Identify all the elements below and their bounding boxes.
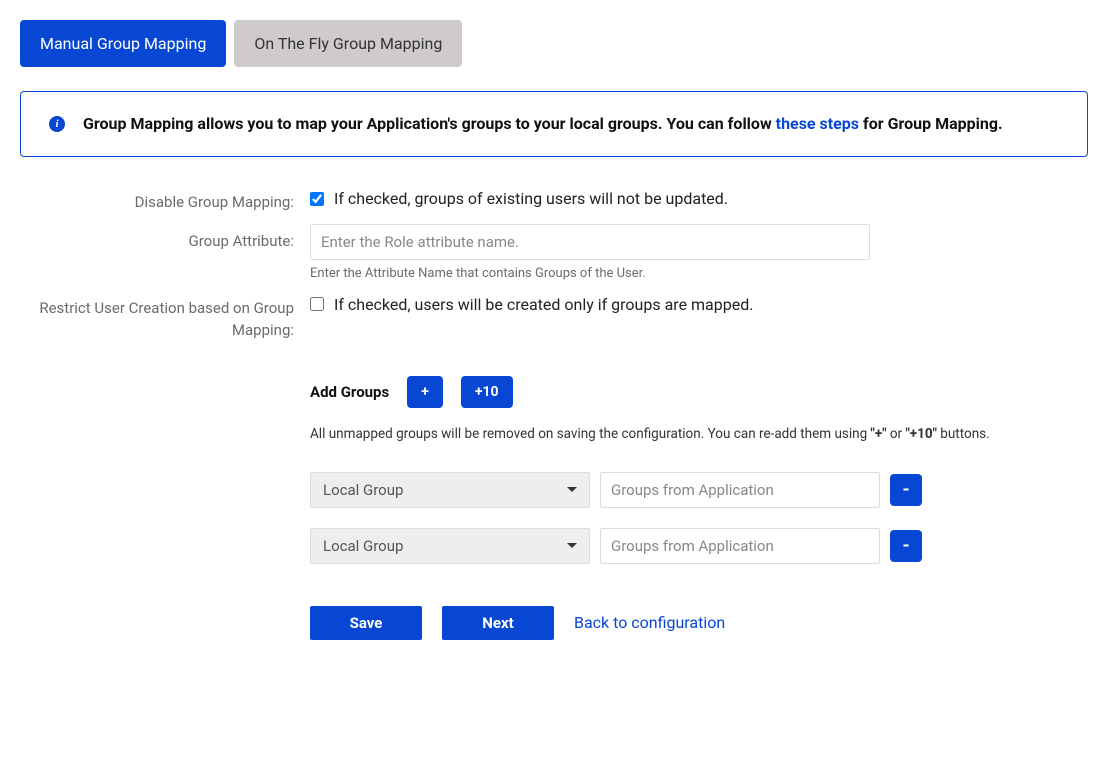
- remove-group-row-button[interactable]: -: [890, 530, 922, 562]
- local-group-select[interactable]: Local Group: [310, 528, 590, 564]
- checkbox-restrict-user-creation[interactable]: [310, 297, 324, 311]
- tab-bar: Manual Group Mapping On The Fly Group Ma…: [20, 20, 1088, 67]
- checkbox-disable-group-mapping-label: If checked, groups of existing users wil…: [334, 189, 728, 208]
- help-group-attribute: Enter the Attribute Name that contains G…: [310, 266, 1088, 281]
- label-group-attribute: Group Attribute:: [20, 224, 310, 253]
- action-row: Save Next Back to configuration: [310, 606, 1088, 640]
- label-restrict-user-creation: Restrict User Creation based on Group Ma…: [20, 291, 310, 342]
- group-mapping-row: Local Group -: [310, 528, 1088, 564]
- add-one-group-button[interactable]: +: [407, 376, 443, 408]
- next-button[interactable]: Next: [442, 606, 554, 640]
- tab-manual-group-mapping[interactable]: Manual Group Mapping: [20, 20, 226, 67]
- group-mapping-rows: Local Group - Local Group -: [310, 472, 1088, 564]
- info-banner: i Group Mapping allows you to map your A…: [20, 91, 1088, 157]
- chevron-down-icon: [567, 543, 577, 548]
- heading-add-groups: Add Groups: [310, 383, 389, 401]
- row-group-attribute: Group Attribute: Enter the Attribute Nam…: [20, 224, 1088, 281]
- form-area: Disable Group Mapping: If checked, group…: [20, 185, 1088, 640]
- label-disable-group-mapping: Disable Group Mapping:: [20, 185, 310, 214]
- local-group-select[interactable]: Local Group: [310, 472, 590, 508]
- save-button[interactable]: Save: [310, 606, 422, 640]
- input-group-attribute[interactable]: [310, 224, 870, 260]
- back-to-configuration-link[interactable]: Back to configuration: [574, 613, 725, 632]
- group-mapping-row: Local Group -: [310, 472, 1088, 508]
- info-text-before: Group Mapping allows you to map your App…: [83, 114, 776, 133]
- add-ten-groups-button[interactable]: +10: [461, 376, 513, 408]
- row-restrict-user-creation: Restrict User Creation based on Group Ma…: [20, 291, 1088, 342]
- chevron-down-icon: [567, 487, 577, 492]
- application-group-input[interactable]: [600, 472, 880, 508]
- checkbox-disable-group-mapping[interactable]: [310, 192, 324, 206]
- checkbox-restrict-user-creation-label: If checked, users will be created only i…: [334, 295, 753, 314]
- row-disable-group-mapping: Disable Group Mapping: If checked, group…: [20, 185, 1088, 214]
- tab-on-the-fly-group-mapping[interactable]: On The Fly Group Mapping: [234, 20, 462, 67]
- remove-group-row-button[interactable]: -: [890, 474, 922, 506]
- row-add-groups: Add Groups + +10 All unmapped groups wil…: [20, 352, 1088, 640]
- application-group-input[interactable]: [600, 528, 880, 564]
- local-group-select-label: Local Group: [323, 481, 403, 499]
- info-text: Group Mapping allows you to map your App…: [83, 112, 1003, 136]
- info-icon: i: [49, 116, 65, 132]
- info-text-after: for Group Mapping.: [859, 114, 1003, 133]
- add-groups-instruction: All unmapped groups will be removed on s…: [310, 426, 1088, 442]
- local-group-select-label: Local Group: [323, 537, 403, 555]
- info-steps-link[interactable]: these steps: [776, 114, 859, 133]
